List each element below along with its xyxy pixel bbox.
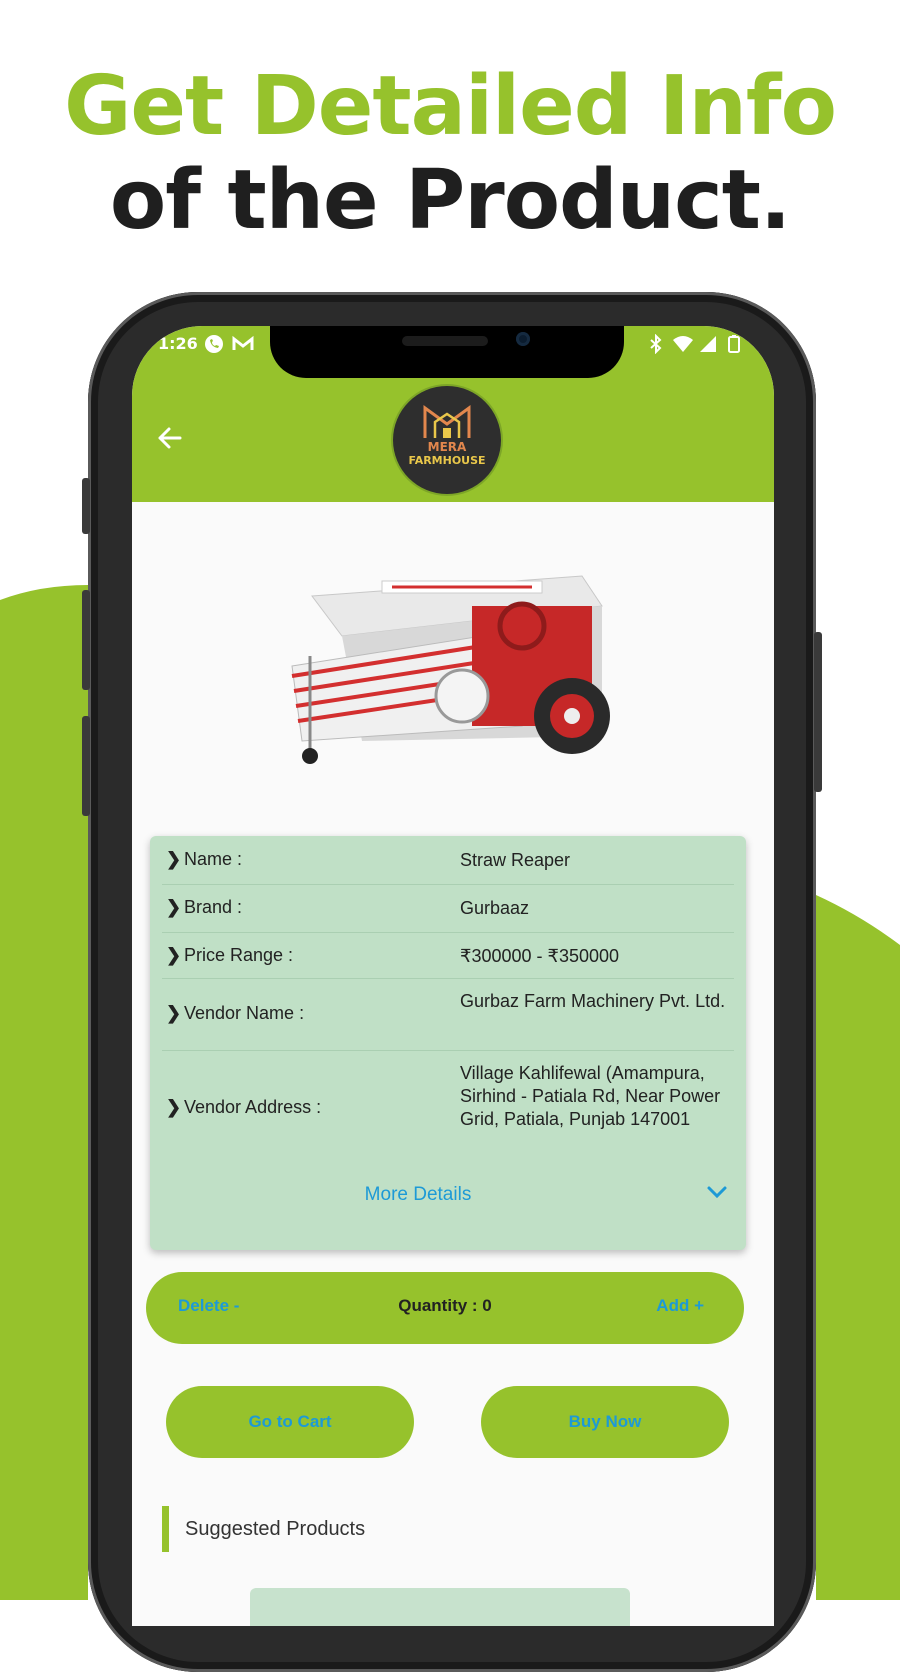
chevron-right-icon: ❯: [166, 1097, 182, 1117]
add-button[interactable]: Add +: [656, 1296, 704, 1316]
phone-volume-up-button: [82, 590, 90, 690]
chevron-right-icon: ❯: [166, 897, 182, 917]
chevron-right-icon: ❯: [166, 1003, 182, 1023]
logo-text-mera: MERA: [427, 440, 467, 454]
detail-label-text: Vendor Name :: [184, 1003, 305, 1023]
suggested-products-heading: Suggested Products: [162, 1506, 365, 1552]
phone-screen: 1:26 MERA FARMHOUSE ❯ Name: Straw Reape…: [132, 326, 774, 1626]
detail-value-brand: Gurbaaz: [460, 898, 530, 918]
detail-label-text: Vendor Address :: [184, 1097, 322, 1117]
detail-label-brand: ❯ Brand :: [166, 897, 242, 918]
detail-label-name: ❯ Name :: [166, 849, 242, 870]
battery-icon: [724, 334, 744, 354]
detail-row-vendor-address: ❯ Vendor Address : Village Kahlifewal (Am…: [162, 1050, 734, 1168]
status-time: 1:26: [158, 334, 198, 353]
detail-value-vendor-name: Gurbaz Farm Machinery Pvt. Ltd.: [460, 991, 726, 1011]
detail-label-text: Price Range :: [184, 945, 294, 965]
phone-volume-down-button: [82, 716, 90, 816]
bluetooth-icon: [646, 333, 666, 355]
phone-side-button: [82, 478, 90, 534]
detail-row-name: ❯ Name : Straw Reaper: [162, 836, 734, 885]
signal-icon: [698, 334, 718, 354]
headline-line-1: Get Detailed Info: [64, 59, 837, 154]
detail-label-text: Brand :: [184, 897, 243, 917]
gmail-icon: [232, 334, 254, 354]
more-details-link[interactable]: More Details: [150, 1184, 686, 1206]
wifi-icon: [672, 334, 693, 354]
chevron-down-icon[interactable]: [706, 1182, 728, 1206]
quantity-display: Quantity : 0: [398, 1296, 492, 1315]
chevron-right-icon: ❯: [166, 945, 182, 965]
buy-now-button[interactable]: Buy Now: [481, 1386, 729, 1458]
product-details-card: ❯ Name : Straw Reaper ❯ Brand : Gurbaaz ❯ P…: [150, 836, 746, 1250]
go-to-cart-button[interactable]: Go to Cart: [166, 1386, 414, 1458]
brand-logo: MERA FARMHOUSE: [393, 386, 501, 494]
quantity-bar: Delete - Quantity : 0 Add +: [146, 1272, 744, 1344]
detail-row-vendor-name: ❯ Vendor Name : Gurbaz Farm Machinery Pvt…: [162, 978, 734, 1051]
promo-headline: Get Detailed Info of the Product.: [0, 60, 900, 248]
app-bar: MERA FARMHOUSE: [132, 378, 774, 502]
detail-value-price-range: ₹300000 - ₹350000: [460, 946, 620, 966]
chevron-right-icon: ❯: [166, 849, 182, 869]
detail-row-price-range: ❯ Price Range : ₹300000 - ₹350000: [162, 932, 734, 979]
detail-label-vendor-name: ❯ Vendor Name :: [166, 1003, 304, 1024]
whatsapp-icon: [204, 334, 224, 354]
suggested-product-card[interactable]: [250, 1588, 630, 1626]
logo-text-farmhouse: FARMHOUSE: [408, 454, 486, 467]
notch-speaker: [402, 336, 488, 346]
status-right-icons: [646, 333, 744, 355]
headline-line-2: of the Product.: [109, 153, 791, 248]
farmhouse-logo-icon: [423, 405, 471, 438]
front-camera: [516, 332, 530, 346]
detail-row-brand: ❯ Brand : Gurbaaz: [162, 884, 734, 933]
detail-label-text: Name :: [184, 849, 243, 869]
product-image: [282, 566, 612, 771]
detail-label-price-range: ❯ Price Range :: [166, 945, 293, 966]
phone-power-button: [814, 632, 822, 792]
detail-value-vendor-address: Village Kahlifewal (Amampura, Sirhind - …: [460, 1063, 721, 1129]
status-left-icons: [204, 334, 254, 354]
detail-value-name: Straw Reaper: [460, 850, 571, 870]
detail-label-vendor-address: ❯ Vendor Address :: [166, 1097, 321, 1118]
phone-notch: [270, 326, 624, 378]
back-arrow-icon[interactable]: [154, 422, 186, 454]
